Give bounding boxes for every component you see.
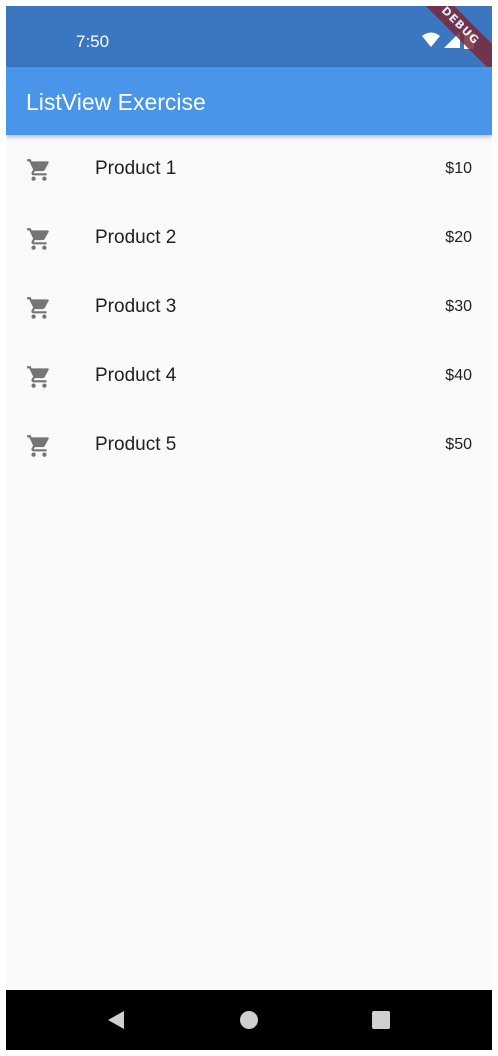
shopping-cart-icon	[26, 226, 52, 252]
shopping-cart-icon	[26, 364, 52, 390]
product-name: Product 5	[95, 434, 177, 455]
product-price: $50	[445, 436, 472, 453]
list-item[interactable]: Product 2 $20	[6, 204, 492, 273]
list-item[interactable]: Product 5 $50	[6, 411, 492, 480]
list-item[interactable]: Product 4 $40	[6, 342, 492, 411]
product-name: Product 2	[95, 227, 177, 248]
system-nav-bar	[6, 990, 492, 1050]
status-bar: 7:50 DEBUG	[6, 6, 492, 83]
product-name: Product 1	[95, 158, 177, 179]
shopping-cart-icon	[26, 295, 52, 321]
status-time: 7:50	[76, 32, 110, 51]
app-title: ListView Exercise	[26, 89, 206, 115]
shopping-cart-icon	[26, 433, 52, 459]
wifi-icon	[422, 32, 440, 53]
product-price: $20	[445, 229, 472, 246]
product-price: $40	[445, 367, 472, 384]
shopping-cart-icon	[26, 157, 52, 183]
home-icon[interactable]	[239, 1010, 259, 1030]
product-name: Product 4	[95, 365, 177, 386]
list-item[interactable]: Product 1 $10	[6, 135, 492, 204]
back-icon[interactable]	[106, 1010, 126, 1030]
product-price: $30	[445, 298, 472, 315]
product-list: Product 1 $10 Product 2 $20 Product 3 $3…	[6, 135, 492, 480]
app-bar: ListView Exercise	[6, 67, 492, 135]
phone-screen: 7:50 DEBUG ListView Exercise Product 1 $…	[6, 6, 492, 1050]
recents-icon[interactable]	[371, 1010, 391, 1030]
product-name: Product 3	[95, 296, 177, 317]
list-item[interactable]: Product 3 $30	[6, 273, 492, 342]
product-price: $10	[445, 160, 472, 177]
